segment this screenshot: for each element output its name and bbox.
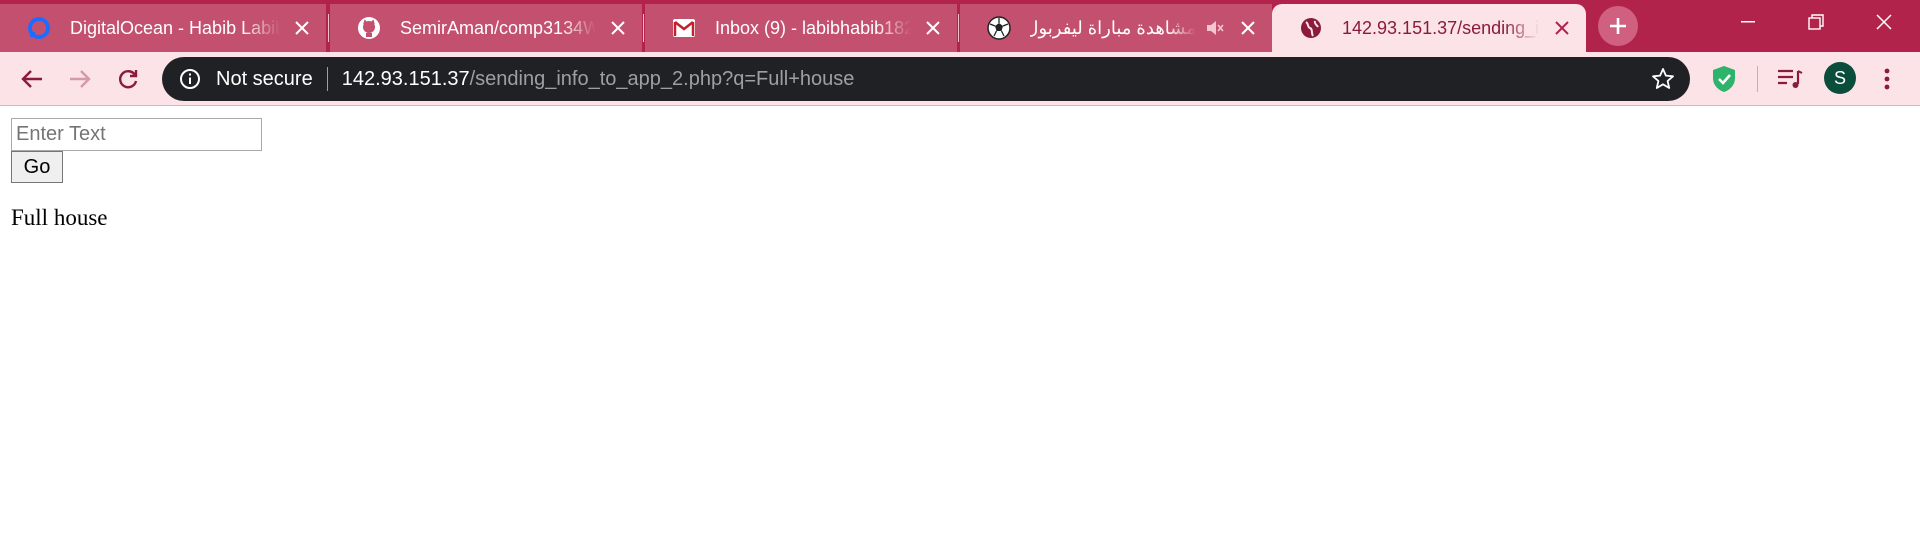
result-text: Full house <box>11 205 108 230</box>
globe-icon <box>1298 15 1324 41</box>
close-window-button[interactable] <box>1850 0 1918 44</box>
more-menu-icon[interactable] <box>1872 64 1902 94</box>
avatar-initial: S <box>1833 67 1846 88</box>
tab-strip: DigitalOcean - Habib Labib SemirAman/com… <box>0 0 1920 52</box>
page-content: Go Full house <box>0 107 1920 552</box>
go-button[interactable]: Go <box>11 151 63 183</box>
tab-title: مشاهدة مباراة ليفربول و <box>1030 17 1196 38</box>
tab-title: 142.93.151.37/sending_info_to_app_2.php?… <box>1342 17 1540 38</box>
close-icon[interactable] <box>290 16 314 40</box>
url-path[interactable]: /sending_info_to_app_2.php?q=Full+house <box>470 68 855 91</box>
new-tab-button[interactable] <box>1598 6 1638 46</box>
star-icon[interactable] <box>1650 66 1676 92</box>
url-host[interactable]: 142.93.151.37 <box>342 68 470 91</box>
restore-icon <box>1808 14 1824 30</box>
restore-button[interactable] <box>1782 0 1850 44</box>
gmail-icon <box>671 15 697 41</box>
close-icon[interactable] <box>1550 16 1574 40</box>
close-icon[interactable] <box>606 16 630 40</box>
forward-button[interactable] <box>61 60 99 98</box>
tab-divider <box>643 14 644 42</box>
tab-digitalocean[interactable]: DigitalOcean - Habib Labib <box>0 4 326 52</box>
minimize-button[interactable] <box>1714 0 1782 44</box>
reload-icon <box>119 70 138 89</box>
text-input[interactable] <box>11 118 262 151</box>
speaker-muted-icon[interactable] <box>1204 17 1226 39</box>
soccer-ball-icon <box>986 15 1012 41</box>
info-icon[interactable] <box>176 65 204 93</box>
github-icon <box>356 15 382 41</box>
reload-button[interactable] <box>109 60 147 98</box>
back-button[interactable] <box>13 60 51 98</box>
tab-title: SemirAman/comp3134Winter <box>400 17 596 38</box>
close-icon[interactable] <box>921 16 945 40</box>
shield-extension-icon[interactable] <box>1709 64 1739 94</box>
arrow-right-icon <box>70 70 91 88</box>
security-status[interactable]: Not secure <box>216 68 313 91</box>
address-divider <box>326 67 328 91</box>
tab-title: Inbox (9) - labibhabib182@gmail.com <box>715 17 911 38</box>
browser-toolbar: Not secure 142.93.151.37/sending_info_to… <box>0 52 1920 106</box>
tab-liverpool-match[interactable]: مشاهدة مباراة ليفربول و <box>960 4 1272 52</box>
digitalocean-icon <box>26 15 52 41</box>
arrow-left-icon <box>21 70 42 88</box>
tab-divider <box>328 14 329 42</box>
media-playlist-icon[interactable] <box>1775 64 1805 94</box>
address-bar[interactable]: Not secure 142.93.151.37/sending_info_to… <box>162 57 1690 101</box>
tab-github[interactable]: SemirAman/comp3134Winter <box>330 4 642 52</box>
tab-divider <box>958 14 959 42</box>
profile-avatar[interactable]: S <box>1824 62 1856 94</box>
tab-title: DigitalOcean - Habib Labib <box>70 17 280 38</box>
tab-active-page[interactable]: 142.93.151.37/sending_info_to_app_2.php?… <box>1272 4 1586 52</box>
plus-icon <box>1610 18 1626 34</box>
toolbar-divider <box>1757 66 1758 92</box>
close-icon[interactable] <box>1236 16 1260 40</box>
minimize-icon <box>1741 21 1755 23</box>
close-icon <box>1876 14 1892 30</box>
tab-gmail[interactable]: Inbox (9) - labibhabib182@gmail.com <box>645 4 957 52</box>
